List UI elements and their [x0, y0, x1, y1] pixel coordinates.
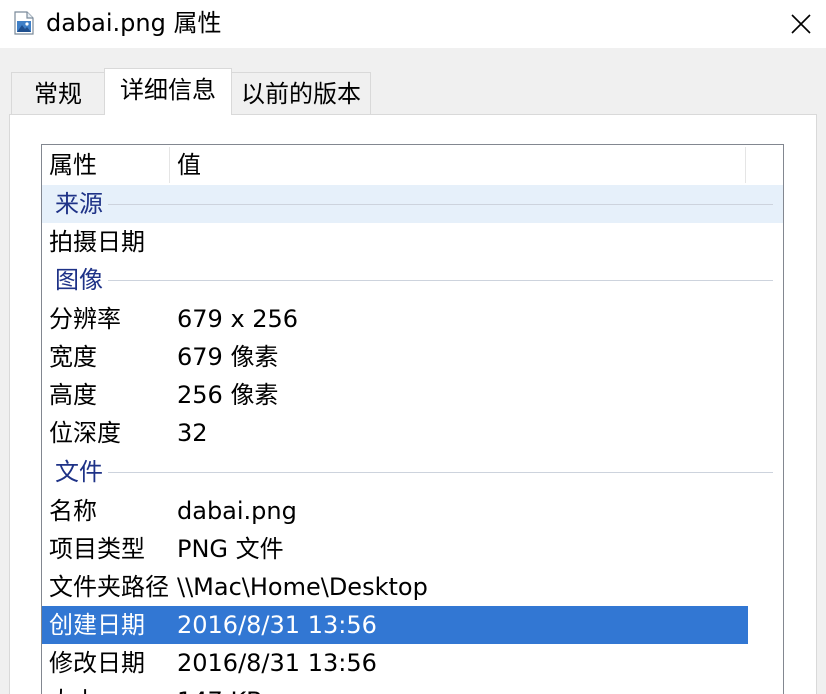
title-bar: dabai.png 属性 [0, 0, 826, 48]
list-item[interactable]: 修改日期 2016/8/31 13:56 [42, 644, 783, 682]
list-item[interactable]: 名称 dabai.png [42, 492, 783, 530]
list-header: 属性 值 [42, 145, 783, 185]
property-list[interactable]: 属性 值 来源 拍摄日期 图像 分辨率 679 x 256 宽度 679 像素 … [41, 144, 784, 694]
property-value: 2016/8/31 13:56 [177, 611, 377, 639]
group-label: 文件 [55, 458, 103, 486]
column-divider[interactable] [745, 147, 746, 183]
tab-previous-versions[interactable]: 以前的版本 [231, 72, 371, 114]
list-item[interactable]: 大小 147 KB [42, 682, 783, 694]
group-divider [108, 204, 773, 205]
list-item[interactable]: 拍摄日期 [42, 223, 783, 261]
property-value: 679 x 256 [177, 305, 299, 333]
column-header-property[interactable]: 属性 [42, 145, 170, 185]
property-value: dabai.png [177, 497, 297, 525]
list-item[interactable]: 文件夹路径 \\Mac\Home\Desktop [42, 568, 783, 606]
group-label: 来源 [55, 190, 103, 218]
list-item[interactable]: 宽度 679 像素 [42, 338, 783, 376]
property-value: PNG 文件 [177, 535, 284, 563]
property-value: 32 [177, 419, 208, 447]
property-name: 文件夹路径 [49, 573, 169, 601]
details-panel: 属性 值 来源 拍摄日期 图像 分辨率 679 x 256 宽度 679 像素 … [9, 114, 817, 694]
window-title: dabai.png 属性 [46, 9, 222, 37]
property-value: 147 KB [177, 682, 737, 694]
group-header-origin[interactable]: 来源 [42, 185, 783, 223]
tab-details[interactable]: 详细信息 [104, 68, 232, 115]
list-item-selected[interactable]: 创建日期 2016/8/31 13:56 [42, 606, 748, 644]
property-value: 256 像素 [177, 381, 279, 409]
property-name: 项目类型 [49, 535, 145, 563]
property-value [177, 223, 737, 261]
property-value: 679 像素 [177, 343, 279, 371]
image-file-icon [14, 11, 34, 35]
property-name: 分辨率 [49, 305, 121, 333]
list-item[interactable]: 分辨率 679 x 256 [42, 300, 783, 338]
group-divider [108, 280, 773, 281]
property-value: \\Mac\Home\Desktop [177, 573, 428, 601]
property-name: 大小 [49, 682, 169, 694]
list-item[interactable]: 位深度 32 [42, 414, 783, 452]
group-header-file[interactable]: 文件 [42, 453, 783, 491]
list-item[interactable]: 高度 256 像素 [42, 376, 783, 414]
property-name: 名称 [49, 497, 97, 525]
property-name: 高度 [49, 381, 97, 409]
tab-general[interactable]: 常规 [11, 72, 105, 114]
property-name: 创建日期 [49, 611, 145, 639]
property-name: 位深度 [49, 419, 121, 447]
property-value: 2016/8/31 13:56 [177, 649, 377, 677]
property-name: 拍摄日期 [49, 228, 145, 256]
tab-strip: 常规 详细信息 以前的版本 [0, 48, 826, 115]
property-name: 修改日期 [49, 649, 145, 677]
column-header-value[interactable]: 值 [170, 145, 745, 185]
group-header-image[interactable]: 图像 [42, 261, 783, 299]
close-icon [791, 14, 811, 34]
close-button[interactable] [776, 0, 826, 48]
group-label: 图像 [55, 266, 103, 294]
property-name: 宽度 [49, 343, 97, 371]
list-item[interactable]: 项目类型 PNG 文件 [42, 530, 783, 568]
group-divider [108, 472, 773, 473]
